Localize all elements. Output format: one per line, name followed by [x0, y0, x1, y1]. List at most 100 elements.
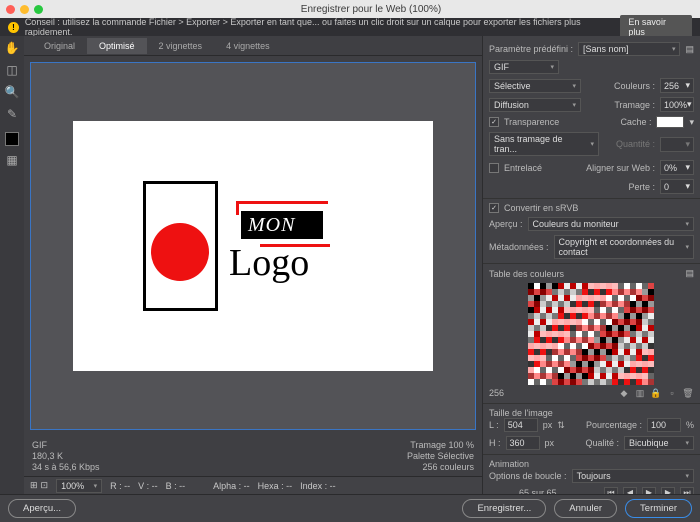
preview-button[interactable]: Aperçu...	[8, 499, 76, 518]
traffic-zoom-icon[interactable]	[34, 5, 43, 14]
ct-lock-icon[interactable]: 🔒	[650, 387, 662, 399]
color-table[interactable]	[528, 283, 656, 385]
ct-sort-icon[interactable]: ◆	[618, 387, 630, 399]
hand-tool-icon[interactable]: ✋	[4, 40, 20, 56]
srgb-checkbox[interactable]	[489, 203, 499, 213]
tip-bar: ! Conseil : utilisez la commande Fichier…	[0, 18, 700, 36]
frame-count: 65 sur 65	[519, 488, 557, 495]
logo-logo-text: Logo	[229, 241, 309, 285]
tab-2up[interactable]: 2 vignettes	[147, 38, 215, 54]
status-b: B : --	[166, 481, 186, 491]
foreground-swatch[interactable]	[5, 132, 19, 146]
dither-amount-input[interactable]: 100%▾	[660, 97, 694, 112]
status-index: Index : --	[300, 481, 336, 491]
view-mode-icon[interactable]: ⊞	[30, 480, 38, 491]
ct-delete-icon[interactable]: 🗑	[682, 387, 694, 399]
interlaced-checkbox[interactable]	[489, 163, 499, 173]
eyedropper-tool-icon[interactable]: ✎	[4, 106, 20, 122]
play-button[interactable]: ▶	[642, 487, 656, 494]
info-palette: Palette Sélective	[407, 451, 474, 461]
info-format: GIF	[32, 440, 100, 450]
matte-swatch[interactable]	[656, 116, 684, 128]
link-icon[interactable]: ⇅	[557, 420, 565, 431]
preset-menu-icon[interactable]: ▤	[685, 44, 694, 55]
websnap-input[interactable]: 0%▾	[660, 160, 694, 175]
percent-input[interactable]: 100	[647, 418, 681, 432]
last-frame-button[interactable]: ⏭	[680, 487, 694, 494]
w-label: L :	[489, 420, 499, 430]
settings-panel: Paramètre prédéfini : [Sans nom]▾ ▤ GIF▾…	[482, 36, 700, 494]
preset-label: Paramètre prédéfini :	[489, 44, 573, 54]
zoom-select[interactable]: 100%▾	[56, 479, 102, 493]
preview-tabs: Original Optimisé 2 vignettes 4 vignette…	[24, 36, 482, 56]
button-bar: Aperçu... Enregistrer... Annuler Termine…	[0, 494, 700, 522]
window-title: Enregistrer pour le Web (100%)	[48, 4, 694, 15]
lossy-input[interactable]: 0▾	[660, 179, 694, 194]
status-bar: ⊞⊡ 100%▾ R : -- V : -- B : -- Alpha : --…	[24, 476, 482, 494]
metadata-label: Métadonnées :	[489, 242, 549, 252]
info-time: 34 s à 56,6 Kbps	[32, 462, 100, 472]
transparency-checkbox[interactable]	[489, 117, 499, 127]
tab-original[interactable]: Original	[32, 38, 87, 54]
lossy-label: Perte :	[628, 182, 655, 192]
dither-label: Tramage :	[614, 100, 655, 110]
window-titlebar: Enregistrer pour le Web (100%)	[0, 0, 700, 18]
info-colors: 256 couleurs	[407, 462, 474, 472]
ct-shift-icon[interactable]: ▥	[634, 387, 646, 399]
preset-select[interactable]: [Sans nom]▾	[578, 42, 680, 56]
metadata-select[interactable]: Copyright et coordonnées du contact▾	[554, 235, 694, 259]
save-button[interactable]: Enregistrer...	[462, 499, 546, 518]
prev-frame-button[interactable]: ◀	[623, 487, 637, 494]
format-select[interactable]: GIF▾	[489, 60, 559, 74]
zoom-tool-icon[interactable]: 🔍	[4, 84, 20, 100]
tab-4up[interactable]: 4 vignettes	[214, 38, 282, 54]
width-input[interactable]: 504	[504, 418, 538, 432]
tip-text: Conseil : utilisez la commande Fichier >…	[25, 17, 621, 37]
height-input[interactable]: 360	[506, 436, 540, 450]
view-mode-icon[interactable]: ⊡	[41, 480, 49, 491]
tab-optimise[interactable]: Optimisé	[87, 38, 147, 54]
cancel-button[interactable]: Annuler	[554, 499, 617, 518]
preview-label: Aperçu :	[489, 219, 523, 229]
next-frame-button[interactable]: ▶	[661, 487, 675, 494]
done-button[interactable]: Terminer	[625, 499, 692, 518]
logo-mon-text: MON	[248, 214, 295, 237]
tip-bulb-icon: !	[8, 22, 19, 33]
colors-label: Couleurs :	[614, 81, 655, 91]
amount-input: ▾	[660, 137, 694, 152]
logo-accent	[236, 201, 328, 204]
preview-info: GIF 180,3 K 34 s à 56,6 Kbps Tramage 100…	[24, 436, 482, 476]
color-table-label: Table des couleurs	[489, 269, 564, 279]
info-dither: Tramage 100 %	[407, 440, 474, 450]
first-frame-button[interactable]: ⏮	[604, 487, 618, 494]
loop-select[interactable]: Toujours▾	[572, 469, 694, 483]
info-size: 180,3 K	[32, 451, 100, 461]
canvas-area[interactable]: MON Logo	[30, 62, 476, 430]
color-table-menu-icon[interactable]: ▤	[685, 268, 694, 279]
percent-label: Pourcentage :	[586, 420, 642, 430]
animation-label: Animation	[489, 459, 529, 469]
srgb-label: Convertir en sRVB	[504, 203, 578, 213]
quality-select[interactable]: Bicubique▾	[624, 436, 694, 450]
trans-dither-select[interactable]: Sans tramage de tran...▾	[489, 132, 599, 156]
interlaced-label: Entrelacé	[504, 163, 542, 173]
reduction-select[interactable]: Sélective▾	[489, 79, 581, 93]
dither-method-select[interactable]: Diffusion▾	[489, 98, 581, 112]
transparency-label: Transparence	[504, 117, 559, 127]
logo-accent	[236, 201, 239, 215]
h-label: H :	[489, 438, 501, 448]
ct-count: 256	[489, 388, 504, 398]
amount-label: Quantité :	[616, 139, 655, 149]
matte-label: Cache :	[620, 117, 651, 127]
toggle-slices-icon[interactable]: ▦	[4, 152, 20, 168]
traffic-minimize-icon[interactable]	[20, 5, 29, 14]
websnap-label: Aligner sur Web :	[586, 163, 655, 173]
toolbar: ✋ ◫ 🔍 ✎ ▦	[0, 36, 24, 494]
traffic-close-icon[interactable]	[6, 5, 15, 14]
ct-new-icon[interactable]: ▫	[666, 387, 678, 399]
image-size-label: Taille de l'image	[489, 408, 553, 418]
slice-tool-icon[interactable]: ◫	[4, 62, 20, 78]
logo-circle	[151, 223, 209, 281]
preview-select[interactable]: Couleurs du moniteur▾	[528, 217, 694, 231]
colors-input[interactable]: 256▾	[660, 78, 694, 93]
